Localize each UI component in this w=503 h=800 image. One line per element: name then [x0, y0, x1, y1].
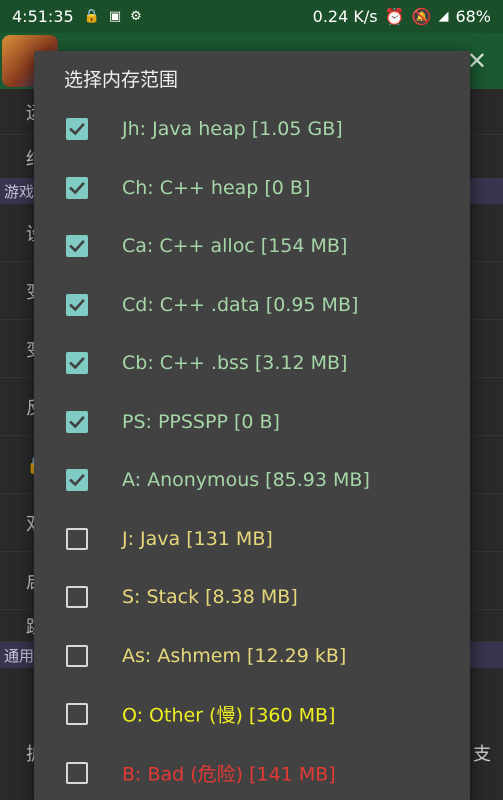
memory-range-label: Jh: Java heap [1.05 GB] — [122, 118, 343, 140]
checkmark-icon — [69, 298, 85, 311]
checkmark-icon — [69, 473, 85, 487]
checkbox-checked[interactable] — [66, 176, 88, 199]
memory-range-option[interactable]: A: Anonymous [85.93 MB] — [34, 451, 470, 509]
memory-range-option[interactable]: Cb: C++ .bss [3.12 MB] — [34, 334, 470, 392]
checkbox-unchecked[interactable] — [66, 644, 88, 667]
checkmark-icon — [69, 415, 85, 428]
memory-range-label: Ch: C++ heap [0 B] — [122, 176, 311, 199]
memory-range-option[interactable]: B: Bad (危险) [141 MB] — [34, 744, 470, 800]
checkbox-checked[interactable] — [66, 410, 88, 433]
mute-icon: 🔕 — [411, 7, 432, 26]
memory-range-option[interactable]: Ch: C++ heap [0 B] — [34, 159, 470, 217]
signal-icon: ◢ — [438, 9, 449, 24]
image-icon: ▣ — [108, 9, 122, 24]
lock-icon: 🔒 — [83, 9, 100, 24]
memory-range-option[interactable]: S: Stack [8.38 MB] — [34, 568, 470, 626]
memory-range-label: S: Stack [8.38 MB] — [122, 586, 298, 608]
memory-range-option[interactable]: PS: PPSSPP [0 B] — [34, 393, 470, 451]
network-speed: 0.24 K/s — [312, 7, 378, 26]
memory-range-label: As: Ashmem [12.29 kB] — [122, 644, 347, 667]
section-label: 通用 — [4, 647, 35, 665]
alarm-icon: ⏰ — [384, 7, 405, 26]
memory-range-label: Ca: C++ alloc [154 MB] — [122, 235, 348, 257]
memory-range-dialog: 选择内存范围 Jh: Java heap [1.05 GB] Ch: C++ he… — [34, 51, 470, 800]
memory-range-option[interactable]: O: Other (慢) [360 MB] — [34, 685, 470, 743]
memory-range-label: Cb: C++ .bss [3.12 MB] — [122, 352, 348, 374]
battery-percent: 68% — [455, 7, 491, 26]
checkbox-checked[interactable] — [66, 469, 88, 491]
checkmark-icon — [69, 239, 85, 253]
status-bar: 4:51:35 🔒 ▣ ⚙ 0.24 K/s ⏰ 🔕 ◢ 68% — [0, 0, 503, 33]
checkbox-unchecked[interactable] — [66, 761, 88, 784]
checkbox-checked[interactable] — [66, 118, 88, 140]
section-label: 游戏 — [4, 183, 35, 201]
checkmark-icon — [69, 356, 85, 370]
memory-range-label: PS: PPSSPP [0 B] — [122, 410, 280, 433]
checkbox-checked[interactable] — [66, 235, 88, 257]
memory-range-label: O: Other (慢) [360 MB] — [122, 704, 336, 727]
memory-range-label: A: Anonymous [85.93 MB] — [122, 469, 370, 491]
checkbox-checked[interactable] — [66, 352, 88, 374]
memory-range-option[interactable]: Cd: C++ .data [0.95 MB] — [34, 276, 470, 334]
bg-bottom-right: 支 — [473, 744, 491, 765]
memory-range-option[interactable]: Jh: Java heap [1.05 GB] — [34, 100, 470, 158]
status-right: 0.24 K/s ⏰ 🔕 ◢ 68% — [313, 7, 491, 26]
checkbox-checked[interactable] — [66, 293, 88, 316]
memory-range-option[interactable]: As: Ashmem [12.29 kB] — [34, 627, 470, 685]
memory-range-label: J: Java [131 MB] — [122, 527, 273, 550]
dialog-title: 选择内存范围 — [64, 69, 179, 91]
checkbox-unchecked[interactable] — [66, 586, 88, 608]
memory-range-label: Cd: C++ .data [0.95 MB] — [122, 293, 359, 316]
checkbox-unchecked[interactable] — [66, 527, 88, 550]
clock: 4:51:35 — [12, 7, 74, 26]
memory-range-label: B: Bad (危险) [141 MB] — [122, 763, 336, 785]
app-notification-icon: ⚙ — [130, 9, 142, 24]
checkmark-icon — [69, 122, 85, 136]
checkbox-unchecked[interactable] — [66, 703, 88, 725]
memory-range-option[interactable]: Ca: C++ alloc [154 MB] — [34, 217, 470, 275]
checkmark-icon — [69, 181, 85, 194]
memory-range-option[interactable]: J: Java [131 MB] — [34, 510, 470, 568]
